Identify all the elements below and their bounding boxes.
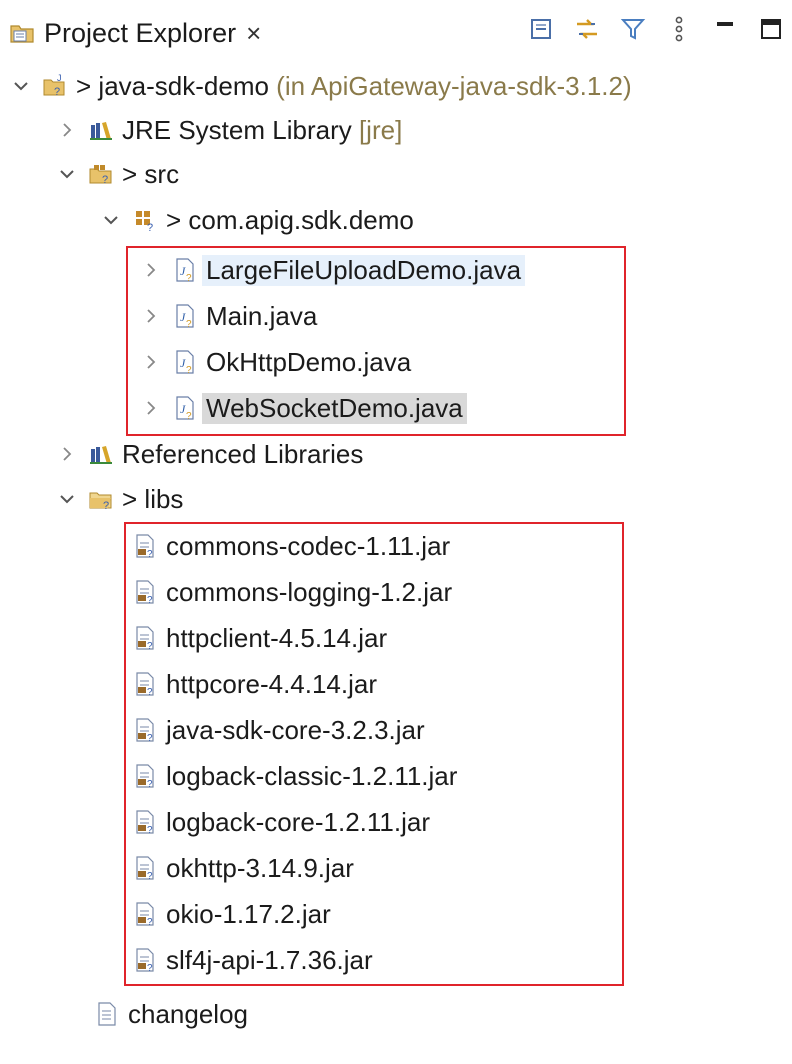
referenced-libraries-label: Referenced Libraries xyxy=(122,438,364,469)
project-decoration: > xyxy=(76,70,99,101)
svg-text:J: J xyxy=(57,73,62,83)
libs-label: libs xyxy=(144,483,184,514)
maximize-icon[interactable] xyxy=(756,14,786,44)
svg-text:?: ? xyxy=(102,174,108,186)
collapse-all-icon[interactable] xyxy=(526,14,556,44)
project-explorer-icon xyxy=(10,25,34,43)
tab-title: Project Explorer xyxy=(44,17,237,48)
tree-item-package[interactable]: ? > com.apig.sdk.demo xyxy=(100,198,414,242)
chevron-down-icon[interactable] xyxy=(10,75,32,97)
library-icon xyxy=(90,122,112,140)
chevron-down-icon[interactable] xyxy=(56,488,78,510)
link-with-editor-icon[interactable] xyxy=(572,14,602,44)
libs-decoration: > xyxy=(122,483,145,514)
library-icon xyxy=(90,446,112,464)
highlight-box-java-files xyxy=(126,246,626,436)
view-toolbar xyxy=(526,14,786,44)
source-folder-icon: ? xyxy=(89,165,112,186)
tree-item-changelog[interactable]: changelog xyxy=(94,992,248,1036)
folder-icon: ? xyxy=(89,492,112,512)
tab-project-explorer[interactable]: Project Explorer × xyxy=(8,12,261,54)
chevron-down-icon[interactable] xyxy=(56,163,78,185)
project-name: java-sdk-demo xyxy=(98,70,269,101)
tree-item-jre-library[interactable]: JRE System Library [jre] xyxy=(56,108,402,152)
tree-item-referenced-libraries[interactable]: Referenced Libraries xyxy=(56,432,363,476)
chevron-down-icon[interactable] xyxy=(100,209,122,231)
changelog-label: changelog xyxy=(128,998,248,1029)
tree-item-libs[interactable]: ? > libs xyxy=(56,477,183,521)
package-decoration: > xyxy=(166,204,189,235)
tree-item-project[interactable]: J ? > java-sdk-demo (in ApiGateway-java-… xyxy=(10,64,632,108)
package-icon: ? xyxy=(136,211,153,233)
minimize-icon[interactable] xyxy=(710,14,740,44)
text-file-icon xyxy=(98,1002,116,1026)
project-location: (in ApiGateway-java-sdk-3.1.2) xyxy=(268,70,632,101)
src-label: src xyxy=(144,158,180,189)
src-decoration: > xyxy=(122,158,145,189)
view-header: Project Explorer × xyxy=(0,0,792,58)
close-icon[interactable]: × xyxy=(246,18,261,49)
svg-text:?: ? xyxy=(103,500,109,512)
package-label: com.apig.sdk.demo xyxy=(188,204,414,235)
svg-text:?: ? xyxy=(54,86,60,98)
java-project-icon: J ? xyxy=(43,73,65,98)
jre-library-decoration: [jre] xyxy=(351,114,403,145)
svg-text:?: ? xyxy=(147,222,153,233)
jre-library-label: JRE System Library xyxy=(122,114,352,145)
filter-icon[interactable] xyxy=(618,14,648,44)
tree-item-src[interactable]: ? > src xyxy=(56,152,179,196)
view-menu-icon[interactable] xyxy=(664,14,694,44)
chevron-right-icon[interactable] xyxy=(56,119,78,141)
chevron-right-icon[interactable] xyxy=(56,443,78,465)
highlight-box-jars xyxy=(124,522,624,986)
